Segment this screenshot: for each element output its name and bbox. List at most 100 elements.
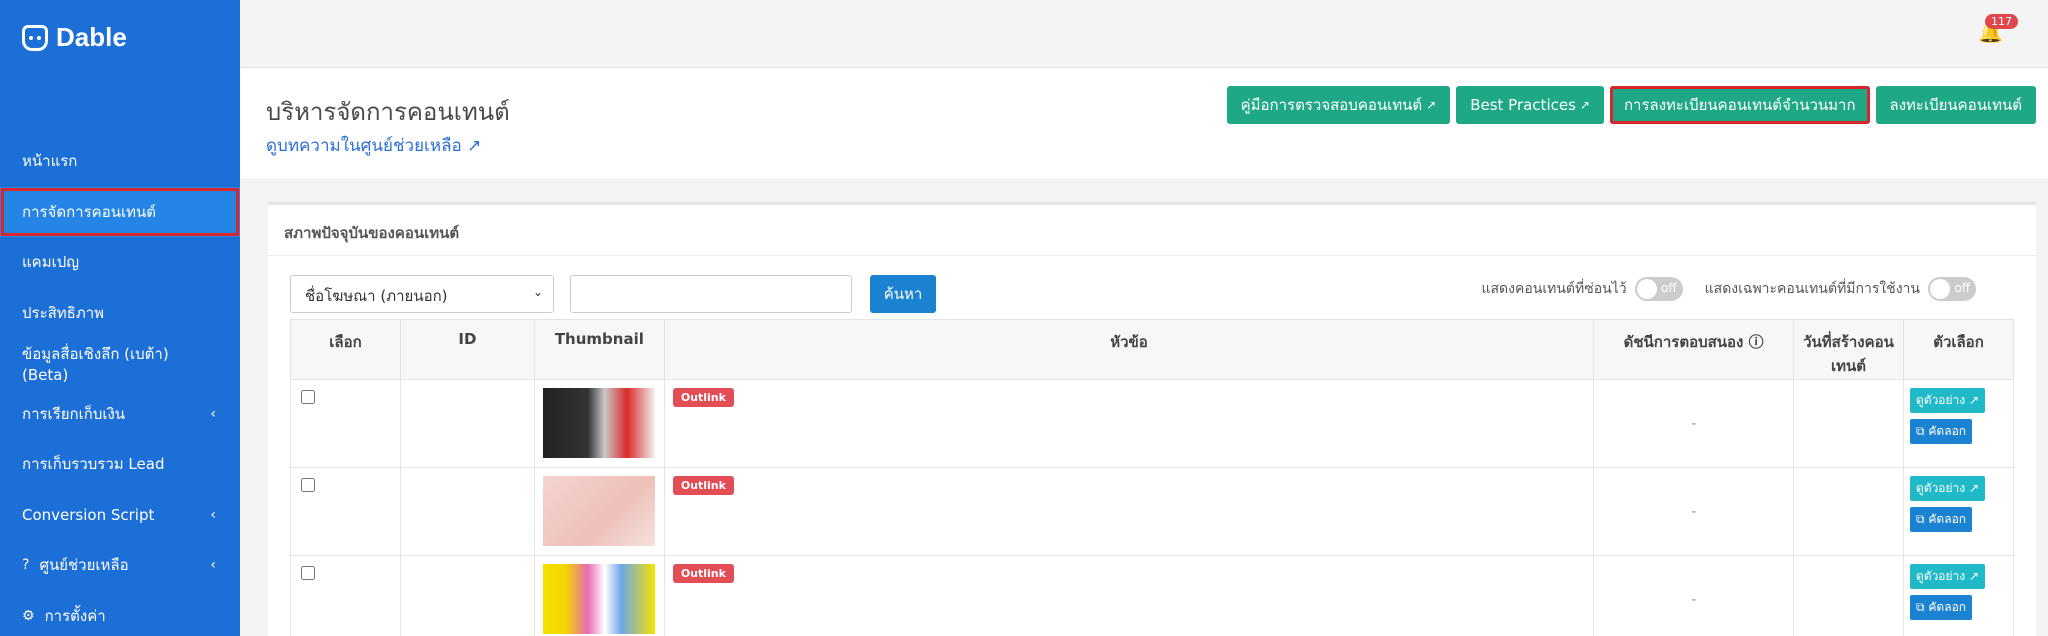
sidebar-item-help-center[interactable]: ? ศูนย์ช่วยเหลือ ‹ [0,540,240,591]
help-link-label: ดูบทความในศูนย์ช่วยเหลือ [266,136,462,156]
row-checkbox[interactable] [301,566,315,580]
column-header-label: ดัชนีการตอบสนอง [1623,333,1744,351]
preview-button[interactable]: ดูตัวอย่าง ↗ [1909,564,1986,589]
copy-button[interactable]: ⧉ คัดลอก [1909,595,1973,620]
show-active-toggle[interactable]: off [1928,277,1976,301]
toggle-state: off [1954,281,1970,295]
sidebar-item-home[interactable]: หน้าแรก [0,136,240,187]
outlink-badge: Outlink [672,476,734,495]
question-circle-icon[interactable]: ⓘ [1749,333,1764,351]
title-cell: Outlink [663,379,1595,468]
created-date-cell [1793,467,1904,556]
panel-title: สภาพปัจจุบันของคอนเทนต์ [284,224,460,242]
toggle-group: แสดงคอนเทนต์ที่ซ่อนไว้ off แสดงเฉพาะคอนเ… [1481,277,1990,301]
sidebar-nav: หน้าแรก การจัดการคอนเทนต์ แคมเปญ ประสิทธ… [0,136,240,636]
copy-label: คัดลอก [1928,600,1967,614]
sidebar-item-lead[interactable]: การเก็บรวบรวม Lead [0,439,240,490]
external-link-icon: ↗ [1968,393,1980,407]
external-link-icon: ↗ [1968,569,1980,583]
sidebar-item-media-insights[interactable]: ข้อมูลสื่อเชิงลึก (เบต้า) (Beta) [0,338,240,389]
copy-button[interactable]: ⧉ คัดลอก [1909,507,1973,532]
external-link-icon: ↗ [1426,98,1437,112]
filter-select[interactable]: ชื่อโฆษณา (ภายนอก) ⌄ [290,275,554,313]
thumbnail-cell [533,467,665,556]
copy-icon: ⧉ [1915,424,1925,438]
chevron-left-icon: ‹ [210,405,216,422]
filter-row: ชื่อโฆษณา (ภายนอก) ⌄ ค้นหา แสดงคอนเทนต์ท… [290,275,2030,313]
sidebar-item-campaign[interactable]: แคมเปญ [0,237,240,288]
show-hidden-label: แสดงคอนเทนต์ที่ซ่อนไว้ [1481,281,1627,297]
button-label: การลงทะเบียนคอนเทนต์จำนวนมาก [1623,96,1856,114]
dable-logo-icon [22,24,48,51]
sidebar-item-label: การจัดการคอนเทนต์ [22,202,156,221]
sidebar-item-settings[interactable]: ⚙ การตั้งค่า [0,591,240,636]
sidebar-item-performance[interactable]: ประสิทธิภาพ [0,288,240,339]
thumbnail-image [542,564,655,634]
header-button-group: คู่มือการตรวจสอบคอนเทนต์ ↗ Best Practices… [1226,86,2036,124]
gear-icon: ⚙ [22,607,35,624]
sidebar-item-label: ประสิทธิภาพ [22,303,105,322]
brand-logo[interactable]: Dable [22,22,127,53]
search-input[interactable] [570,275,852,313]
filter-select-value: ชื่อโฆษณา (ภายนอก) [305,287,448,305]
question-icon: ? [22,557,30,574]
preview-label: ดูตัวอย่าง [1915,569,1966,583]
chevron-down-icon: ⌄ [532,285,543,299]
id-cell [399,467,535,556]
table-row: Outlink - ดูตัวอย่าง ↗ ⧉ คัดลอก [290,555,2015,636]
sidebar: Dable หน้าแรก การจัดการคอนเทนต์ แคมเปญ ป… [0,0,240,636]
preview-button[interactable]: ดูตัวอย่าง ↗ [1909,388,1986,413]
sidebar-item-billing[interactable]: การเรียกเก็บเงิน ‹ [0,389,240,440]
copy-label: คัดลอก [1928,512,1967,526]
chevron-left-icon: ‹ [210,557,216,574]
column-header-title[interactable]: หัวข้อ [663,319,1595,380]
table-header-row: เลือก ID Thumbnail หัวข้อ ดัชนีการตอบสนอ… [290,319,2015,380]
column-header-created-date[interactable]: วันที่สร้างคอนเทนต์ [1793,319,1904,380]
thumbnail-image [542,476,655,546]
response-cell: - [1593,379,1795,468]
id-cell [399,555,535,636]
notification-badge: 117 [1985,14,2018,29]
options-cell: ดูตัวอย่าง ↗ ⧉ คัดลอก [1902,467,2015,556]
sidebar-item-label: การตั้งค่า [44,606,106,625]
button-label: Best Practices [1470,96,1576,114]
response-cell: - [1593,555,1795,636]
title-cell: Outlink [663,467,1595,556]
column-header-response-index[interactable]: ดัชนีการตอบสนอง ⓘ [1593,319,1795,380]
show-hidden-toggle[interactable]: off [1634,277,1683,301]
external-link-icon: ↗ [1968,481,1980,495]
toggle-knob [1930,279,1950,299]
row-checkbox[interactable] [301,478,315,492]
select-cell [290,467,401,556]
sidebar-item-conversion-script[interactable]: Conversion Script ‹ [0,490,240,541]
help-center-link[interactable]: ดูบทความในศูนย์ช่วยเหลือ ↗ [266,132,481,159]
register-content-button[interactable]: ลงทะเบียนคอนเทนต์ [1875,86,2036,124]
page-title: บริหารจัดการคอนเทนต์ [266,98,510,126]
column-header-select: เลือก [290,319,401,380]
table-row: Outlink - ดูตัวอย่าง ↗ ⧉ คัดลอก [290,379,2015,468]
table-row: Outlink - ดูตัวอย่าง ↗ ⧉ คัดลอก [290,467,2015,556]
options-cell: ดูตัวอย่าง ↗ ⧉ คัดลอก [1902,555,2015,636]
search-button[interactable]: ค้นหา [870,275,936,313]
preview-label: ดูตัวอย่าง [1915,393,1966,407]
sidebar-item-content-management[interactable]: การจัดการคอนเทนต์ [0,186,240,237]
column-header-id[interactable]: ID [399,319,535,380]
bulk-register-button[interactable]: การลงทะเบียนคอนเทนต์จำนวนมาก [1609,86,1870,124]
copy-icon: ⧉ [1915,600,1925,614]
content-guide-button[interactable]: คู่มือการตรวจสอบคอนเทนต์ ↗ [1226,86,1451,124]
thumbnail-image [542,388,655,458]
external-link-icon: ↗ [467,136,482,156]
best-practices-button[interactable]: Best Practices ↗ [1456,86,1604,124]
thumbnail-cell [533,555,665,636]
toggle-state: off [1661,281,1677,295]
copy-button[interactable]: ⧉ คัดลอก [1909,419,1973,444]
created-date-cell [1793,379,1904,468]
row-checkbox[interactable] [301,390,315,404]
copy-label: คัดลอก [1928,424,1967,438]
sidebar-item-label: การเรียกเก็บเงิน [22,404,126,423]
preview-button[interactable]: ดูตัวอย่าง ↗ [1909,476,1986,501]
button-label: ลงทะเบียนคอนเทนต์ [1889,96,2022,114]
content-table: เลือก ID Thumbnail หัวข้อ ดัชนีการตอบสนอ… [290,319,2015,636]
sidebar-item-label: ข้อมูลสื่อเชิงลึก (เบต้า) (Beta) [22,345,169,385]
content-status-panel: สภาพปัจจุบันของคอนเทนต์ ชื่อโฆษณา (ภายนอ… [268,202,2036,636]
